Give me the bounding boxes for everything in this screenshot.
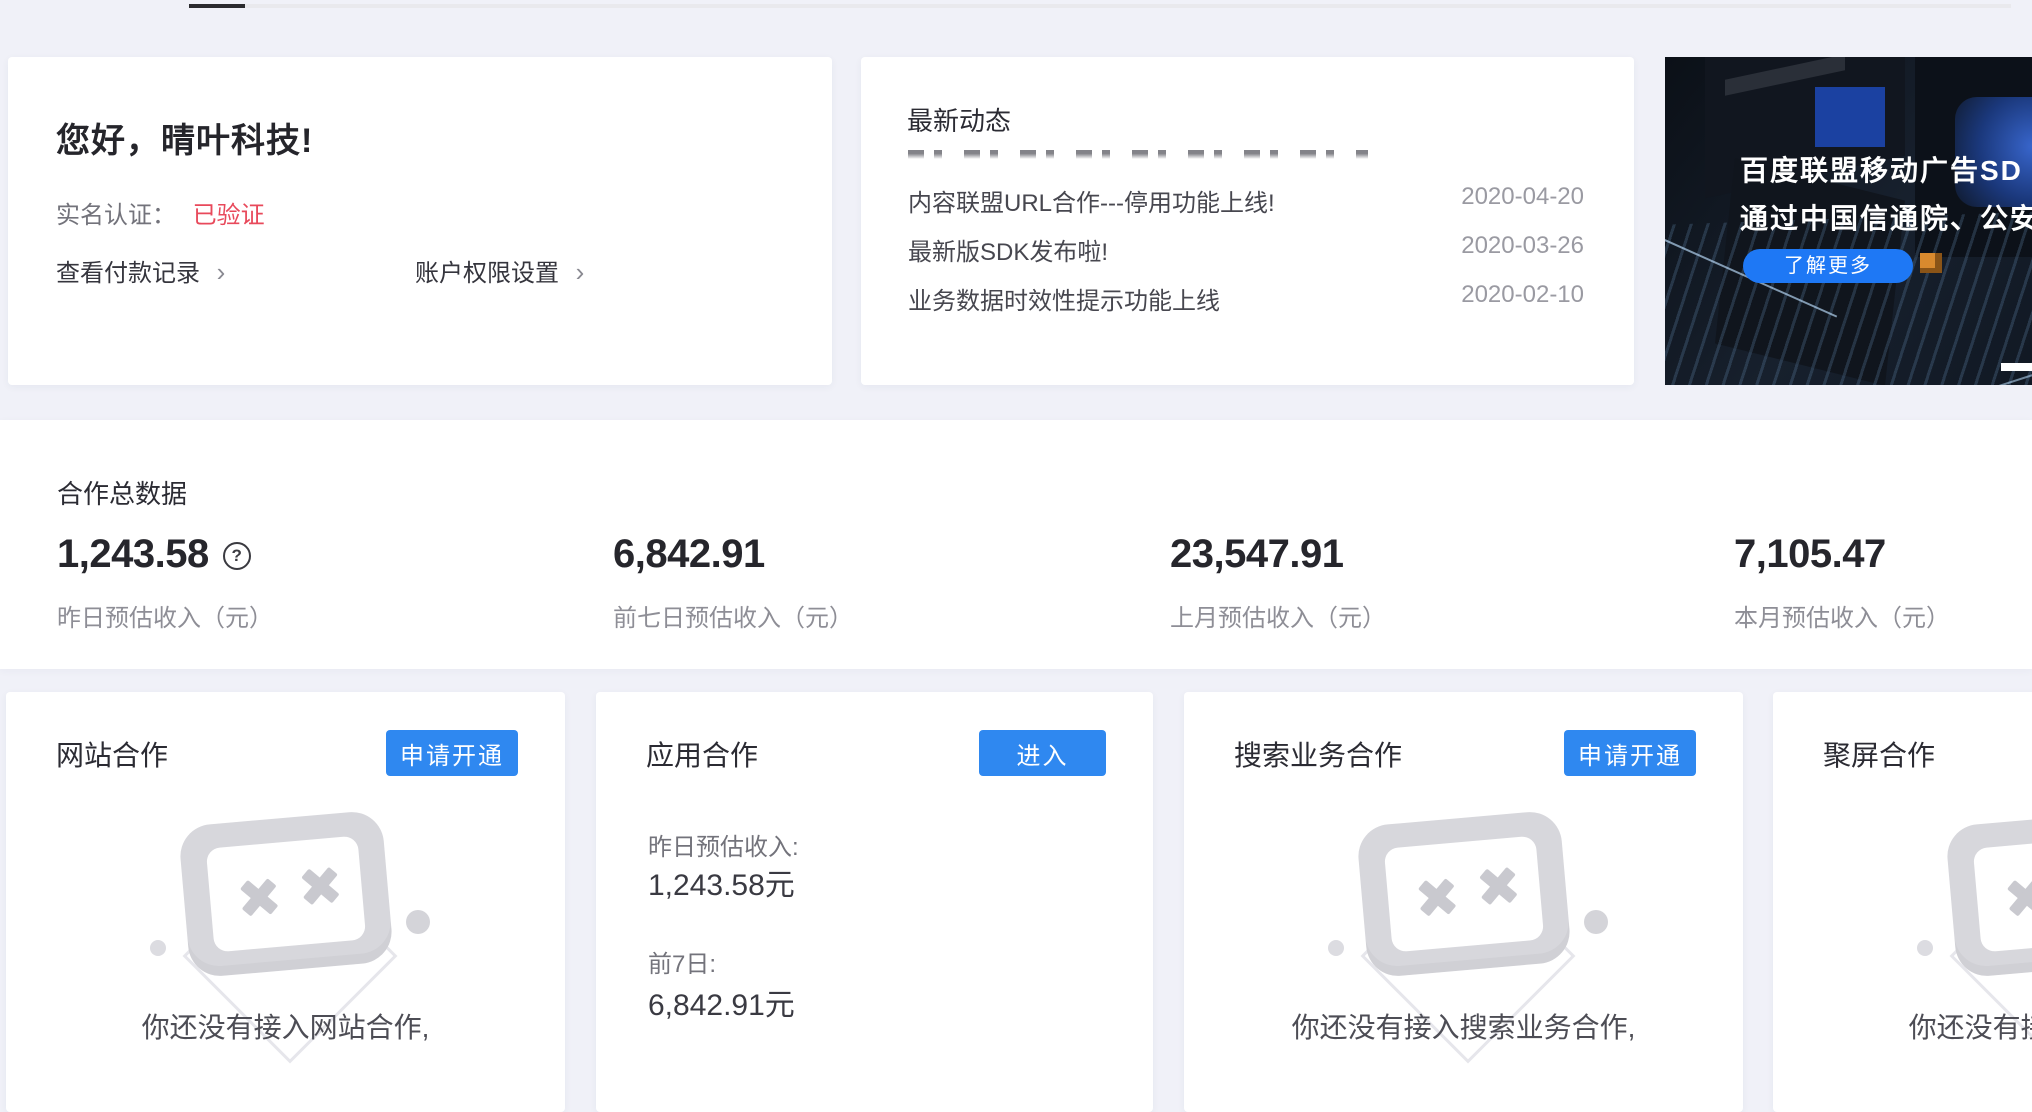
empty-state-text: 你还没有接入聚屏合作, <box>1773 1006 2032 1046</box>
x-eye-icon <box>1475 863 1521 909</box>
decor-dot <box>150 940 166 956</box>
website-coop-card: 网站合作 申请开通 你还没有接入网站合作, <box>6 692 565 1112</box>
juping-coop-card: 聚屏合作 你还没有接入聚屏合作, <box>1773 692 2032 1112</box>
tv-screen <box>1383 836 1543 953</box>
news-item-text[interactable]: 内容联盟URL合作---停用功能上线! <box>908 183 1275 218</box>
auth-row: 实名认证： 已验证 <box>56 195 265 230</box>
news-item-partial <box>908 150 1368 159</box>
empty-state-text: 你还没有接入网站合作, <box>6 1006 565 1046</box>
stat-value: 6,842.91 <box>613 532 765 576</box>
empty-state-illustration <box>166 818 406 1028</box>
news-item[interactable]: 最新版SDK发布啦! 2020-03-26 <box>908 232 1584 264</box>
banner-decor-cube <box>1920 253 1942 273</box>
stat-yesterday: 1,243.58? 昨日预估收入（元） <box>57 532 537 577</box>
progress-track[interactable] <box>189 4 2011 8</box>
tv-screen <box>205 836 365 953</box>
tv-screen <box>1972 836 2032 953</box>
x-eye-icon <box>297 863 343 909</box>
stat-value: 23,547.91 <box>1170 532 1343 576</box>
stat-label: 前七日预估收入（元） <box>613 598 853 633</box>
progress-thumb[interactable] <box>189 4 245 8</box>
stat-label: 本月预估收入（元） <box>1734 598 1950 633</box>
greeting-card: 您好，晴叶科技! 实名认证： 已验证 查看付款记录 › 账户权限设置 › <box>8 57 832 385</box>
payment-records-label: 查看付款记录 <box>56 260 200 287</box>
decor-dot <box>406 910 430 934</box>
card-title: 网站合作 <box>56 734 168 774</box>
decor-dot <box>1328 940 1344 956</box>
x-eye-icon <box>1414 875 1460 921</box>
promo-banner[interactable]: 百度联盟移动广告SD 通过中国信通院、公安 了解更多 <box>1665 57 2032 385</box>
stat-last7days: 6,842.91 前七日预估收入（元） <box>613 532 1093 577</box>
banner-decor-block <box>1815 87 1885 147</box>
greeting-title: 您好，晴叶科技! <box>56 113 313 162</box>
stat-value: 1,243.58 <box>57 532 209 576</box>
banner-title-line1: 百度联盟移动广告SD <box>1740 149 2023 189</box>
account-permission-label: 账户权限设置 <box>415 260 559 287</box>
news-item-text[interactable]: 业务数据时效性提示功能上线 <box>908 281 1220 316</box>
stat-last-month: 23,547.91 上月预估收入（元） <box>1170 532 1650 577</box>
empty-state-illustration <box>1933 818 2032 1028</box>
empty-state-illustration <box>1344 818 1584 1028</box>
card-title: 搜索业务合作 <box>1234 734 1402 774</box>
stats-section: 合作总数据 1,243.58? 昨日预估收入（元） 6,842.91 前七日预估… <box>0 420 2032 669</box>
chevron-right-icon: › <box>217 257 226 287</box>
last7-income-value: 6,842.91元 <box>648 980 795 1024</box>
news-item[interactable]: 内容联盟URL合作---停用功能上线! 2020-04-20 <box>908 183 1584 215</box>
stat-value: 7,105.47 <box>1734 532 1886 576</box>
tv-icon <box>177 809 393 978</box>
search-coop-card: 搜索业务合作 申请开通 你还没有接入搜索业务合作, <box>1184 692 1743 1112</box>
x-eye-icon <box>236 875 282 921</box>
empty-state-text: 你还没有接入搜索业务合作, <box>1184 1006 1743 1046</box>
apply-open-button[interactable]: 申请开通 <box>386 730 518 776</box>
news-item[interactable]: 业务数据时效性提示功能上线 2020-02-10 <box>908 281 1584 313</box>
decor-dot <box>1917 940 1933 956</box>
tv-icon <box>1944 809 2032 978</box>
stat-label: 上月预估收入（元） <box>1170 598 1386 633</box>
stat-label: 昨日预估收入（元） <box>57 598 273 633</box>
yesterday-income-value: 1,243.58元 <box>648 860 795 904</box>
news-item-date: 2020-03-26 <box>1461 232 1584 260</box>
auth-status-badge: 已验证 <box>193 202 265 229</box>
yesterday-income-label: 昨日预估收入: <box>648 827 799 862</box>
help-icon[interactable]: ? <box>223 542 251 570</box>
banner-title-line2: 通过中国信通院、公安 <box>1740 197 2032 237</box>
tv-icon <box>1355 809 1571 978</box>
banner-learn-more-button[interactable]: 了解更多 <box>1743 249 1913 283</box>
card-title: 应用合作 <box>646 734 758 774</box>
chevron-right-icon: › <box>576 257 585 287</box>
app-coop-card: 应用合作 进入 昨日预估收入: 1,243.58元 前7日: 6,842.91元 <box>596 692 1153 1112</box>
apply-open-button[interactable]: 申请开通 <box>1564 730 1696 776</box>
last7-income-label: 前7日: <box>648 944 716 979</box>
news-item-text[interactable]: 最新版SDK发布啦! <box>908 232 1108 267</box>
stat-this-month: 7,105.47 本月预估收入（元） <box>1734 532 2032 577</box>
account-permission-link[interactable]: 账户权限设置 › <box>415 253 584 288</box>
x-eye-icon <box>2003 875 2032 921</box>
greeting-links: 查看付款记录 › 账户权限设置 › <box>8 253 832 285</box>
card-title: 聚屏合作 <box>1823 734 1935 774</box>
news-item-date: 2020-02-10 <box>1461 281 1584 309</box>
decor-dot <box>1584 910 1608 934</box>
payment-records-link[interactable]: 查看付款记录 › <box>56 253 225 288</box>
carousel-indicator[interactable] <box>2001 363 2032 371</box>
auth-label: 实名认证： <box>56 202 176 229</box>
news-title: 最新动态 <box>907 101 1011 138</box>
stats-title: 合作总数据 <box>57 474 187 511</box>
news-card: 最新动态 内容联盟URL合作---停用功能上线! 2020-04-20 最新版S… <box>861 57 1634 385</box>
enter-button[interactable]: 进入 <box>979 730 1106 776</box>
news-item-date: 2020-04-20 <box>1461 183 1584 211</box>
